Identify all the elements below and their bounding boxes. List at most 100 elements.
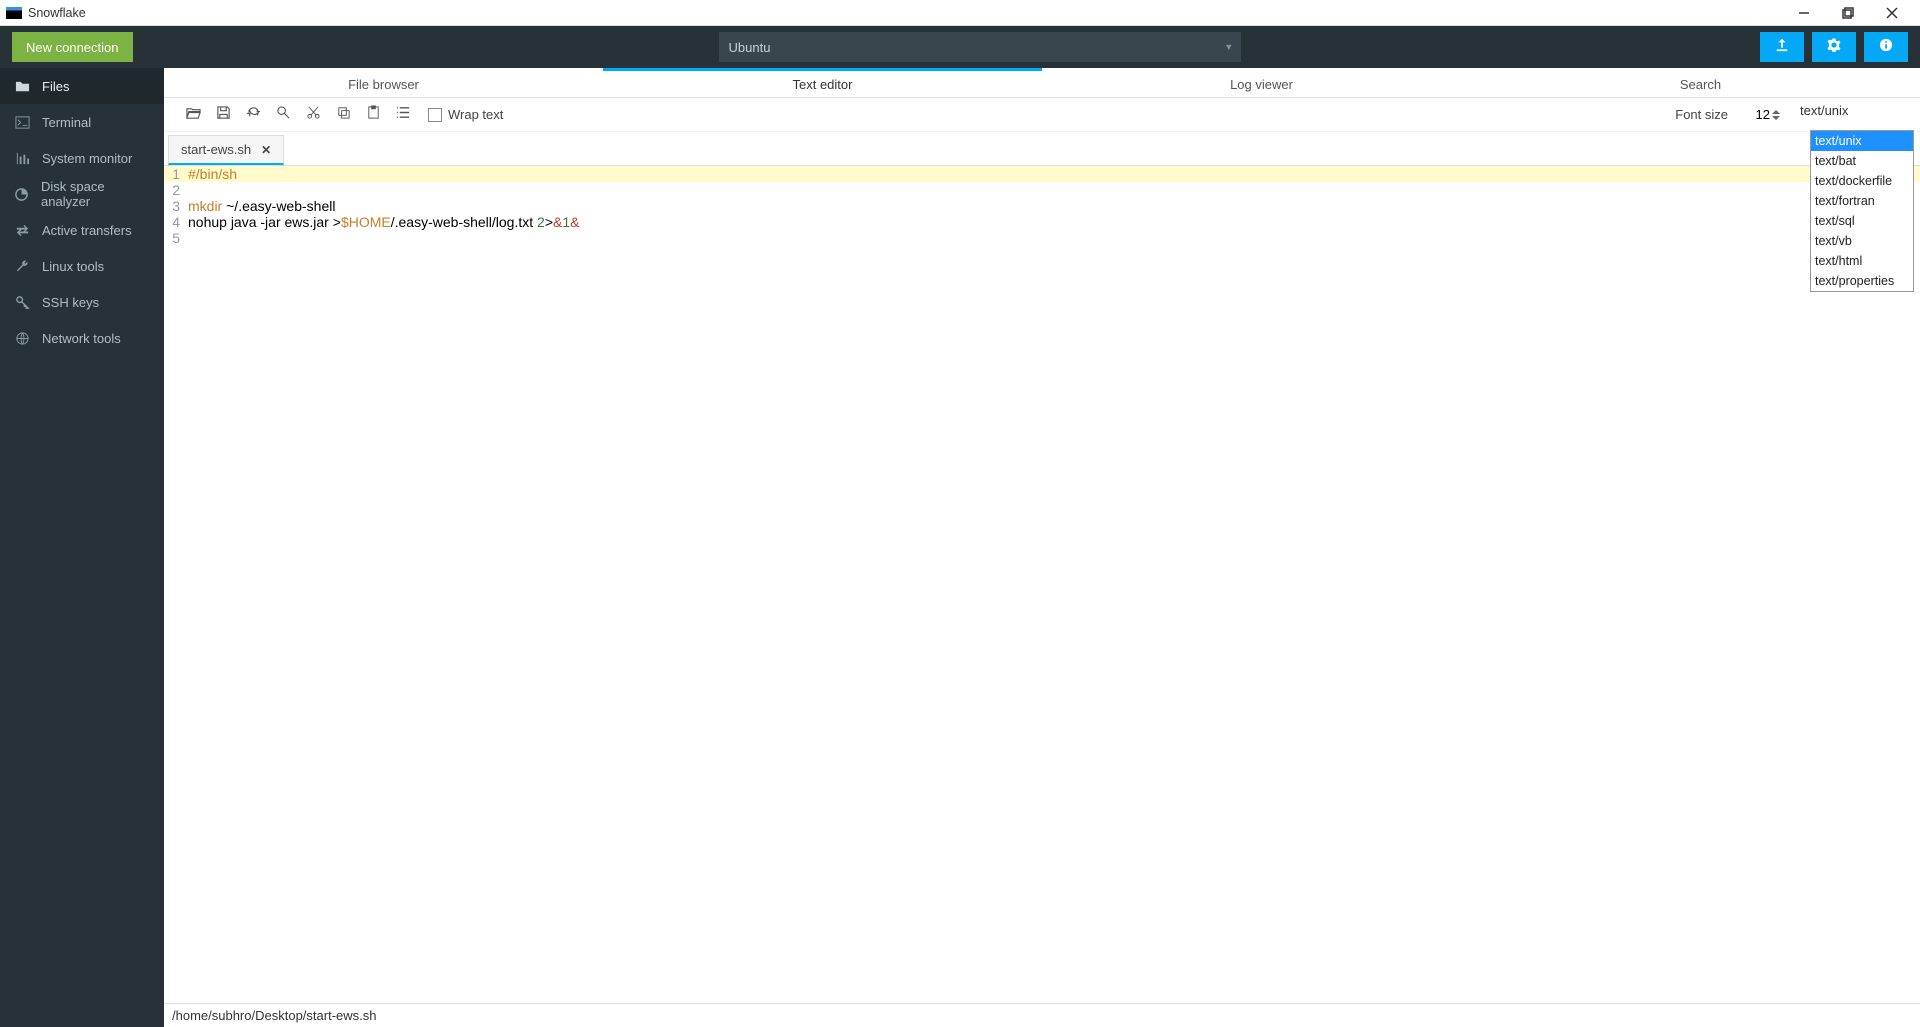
main-tabs: File browser Text editor Log viewer Sear…: [164, 68, 1920, 98]
wrap-text-label: Wrap text: [448, 107, 503, 122]
settings-button[interactable]: [1812, 32, 1856, 62]
checkbox-icon: [428, 108, 442, 122]
sidebar-item-linux-tools[interactable]: Linux tools: [0, 248, 164, 284]
chevron-down-icon: ▼: [1224, 42, 1233, 52]
sidebar: Files Terminal System monitor Disk space…: [0, 68, 164, 1027]
app-title: Snowflake: [28, 6, 86, 20]
chevron-down-icon[interactable]: [1772, 116, 1780, 120]
disk-icon: [14, 186, 29, 202]
copy-button[interactable]: [328, 100, 358, 130]
font-size-label: Font size: [1675, 107, 1728, 122]
close-button[interactable]: [1870, 0, 1914, 26]
sidebar-item-label: Terminal: [42, 115, 91, 130]
code-line: 5: [164, 230, 1920, 246]
syntax-option[interactable]: text/html: [1811, 251, 1913, 271]
reload-icon: [246, 105, 261, 125]
code-line: 4 nohup java -jar ews.jar >$HOME/.easy-w…: [164, 214, 1920, 230]
syntax-option[interactable]: text/unix: [1811, 131, 1913, 151]
info-button[interactable]: [1864, 32, 1908, 62]
tab-log-viewer[interactable]: Log viewer: [1042, 68, 1481, 97]
upload-button[interactable]: [1760, 32, 1804, 62]
sidebar-item-label: Linux tools: [42, 259, 104, 274]
syntax-option[interactable]: text/properties: [1811, 271, 1913, 291]
sidebar-item-label: Files: [42, 79, 69, 94]
folder-open-icon: [186, 105, 201, 125]
paste-button[interactable]: [358, 100, 388, 130]
syntax-option[interactable]: text/vb: [1811, 231, 1913, 251]
paste-icon: [366, 105, 381, 125]
file-tab[interactable]: start-ews.sh ✕: [168, 135, 284, 165]
close-icon[interactable]: ✕: [261, 143, 271, 157]
status-path: /home/subhro/Desktop/start-ews.sh: [172, 1008, 376, 1023]
sidebar-item-active-transfers[interactable]: Active transfers: [0, 212, 164, 248]
status-bar: /home/subhro/Desktop/start-ews.sh: [164, 1003, 1920, 1027]
sidebar-item-network-tools[interactable]: Network tools: [0, 320, 164, 356]
chevron-up-icon[interactable]: [1772, 110, 1780, 114]
file-tab-name: start-ews.sh: [181, 142, 251, 157]
reload-button[interactable]: [238, 100, 268, 130]
syntax-select-popup[interactable]: text/unix text/bat text/dockerfile text/…: [1810, 130, 1914, 292]
find-button[interactable]: [268, 100, 298, 130]
line-number: 5: [164, 230, 186, 246]
open-button[interactable]: [178, 100, 208, 130]
wrap-text-checkbox[interactable]: Wrap text: [428, 107, 503, 122]
upload-icon: [1775, 38, 1789, 57]
editor-toolbar: Wrap text Font size text/unix: [164, 98, 1920, 132]
save-icon: [216, 105, 231, 125]
cut-button[interactable]: [298, 100, 328, 130]
tab-text-editor[interactable]: Text editor: [603, 68, 1042, 97]
gear-icon: [1827, 38, 1841, 57]
sidebar-item-system-monitor[interactable]: System monitor: [0, 140, 164, 176]
cut-icon: [306, 105, 321, 125]
window-titlebar: Snowflake: [0, 0, 1920, 26]
syntax-option[interactable]: text/dockerfile: [1811, 171, 1913, 191]
syntax-option[interactable]: text/fortran: [1811, 191, 1913, 211]
minimize-button[interactable]: [1782, 0, 1826, 26]
code-line: 2: [164, 182, 1920, 198]
file-tabs: start-ews.sh ✕: [164, 132, 1920, 166]
code-editor[interactable]: 1 #/bin/sh 2 3 mkdir ~/.easy-web-shell 4…: [164, 166, 1920, 1003]
font-size-input[interactable]: [1734, 104, 1770, 126]
list-icon: [396, 105, 411, 125]
network-icon: [14, 330, 30, 346]
search-icon: [276, 105, 291, 125]
info-icon: [1879, 38, 1893, 57]
sidebar-item-files[interactable]: Files: [0, 68, 164, 104]
save-button[interactable]: [208, 100, 238, 130]
line-number: 2: [164, 182, 186, 198]
syntax-option[interactable]: text/sql: [1811, 211, 1913, 231]
sidebar-item-disk-analyzer[interactable]: Disk space analyzer: [0, 176, 164, 212]
sidebar-item-label: Network tools: [42, 331, 121, 346]
app-icon: [6, 7, 22, 19]
tab-file-browser[interactable]: File browser: [164, 68, 603, 97]
sidebar-item-label: SSH keys: [42, 295, 99, 310]
key-icon: [14, 294, 30, 310]
main-area: File browser Text editor Log viewer Sear…: [164, 68, 1920, 1027]
line-number: 3: [164, 198, 186, 214]
syntax-option[interactable]: text/bat: [1811, 151, 1913, 171]
connection-dropdown[interactable]: Ubuntu ▼: [719, 32, 1242, 62]
copy-icon: [336, 105, 351, 125]
chart-icon: [14, 150, 30, 166]
line-number: 4: [164, 214, 186, 230]
maximize-button[interactable]: [1826, 0, 1870, 26]
sidebar-item-label: System monitor: [42, 151, 132, 166]
connection-selected: Ubuntu: [729, 40, 771, 55]
sidebar-item-terminal[interactable]: Terminal: [0, 104, 164, 140]
sidebar-item-ssh-keys[interactable]: SSH keys: [0, 284, 164, 320]
code-line: 1 #/bin/sh: [164, 166, 1920, 182]
transfer-icon: [14, 222, 30, 238]
font-size-spinner[interactable]: [1772, 104, 1786, 126]
syntax-select[interactable]: text/unix: [1796, 103, 1906, 127]
terminal-icon: [14, 114, 30, 130]
wrench-icon: [14, 258, 30, 274]
goto-line-button[interactable]: [388, 100, 418, 130]
sidebar-item-label: Active transfers: [42, 223, 132, 238]
header-bar: New connection Ubuntu ▼: [0, 26, 1920, 68]
folder-icon: [14, 78, 30, 94]
tab-search[interactable]: Search: [1481, 68, 1920, 97]
new-connection-button[interactable]: New connection: [12, 32, 133, 62]
sidebar-item-label: Disk space analyzer: [41, 179, 150, 209]
code-line: 3 mkdir ~/.easy-web-shell: [164, 198, 1920, 214]
line-number: 1: [164, 166, 186, 182]
